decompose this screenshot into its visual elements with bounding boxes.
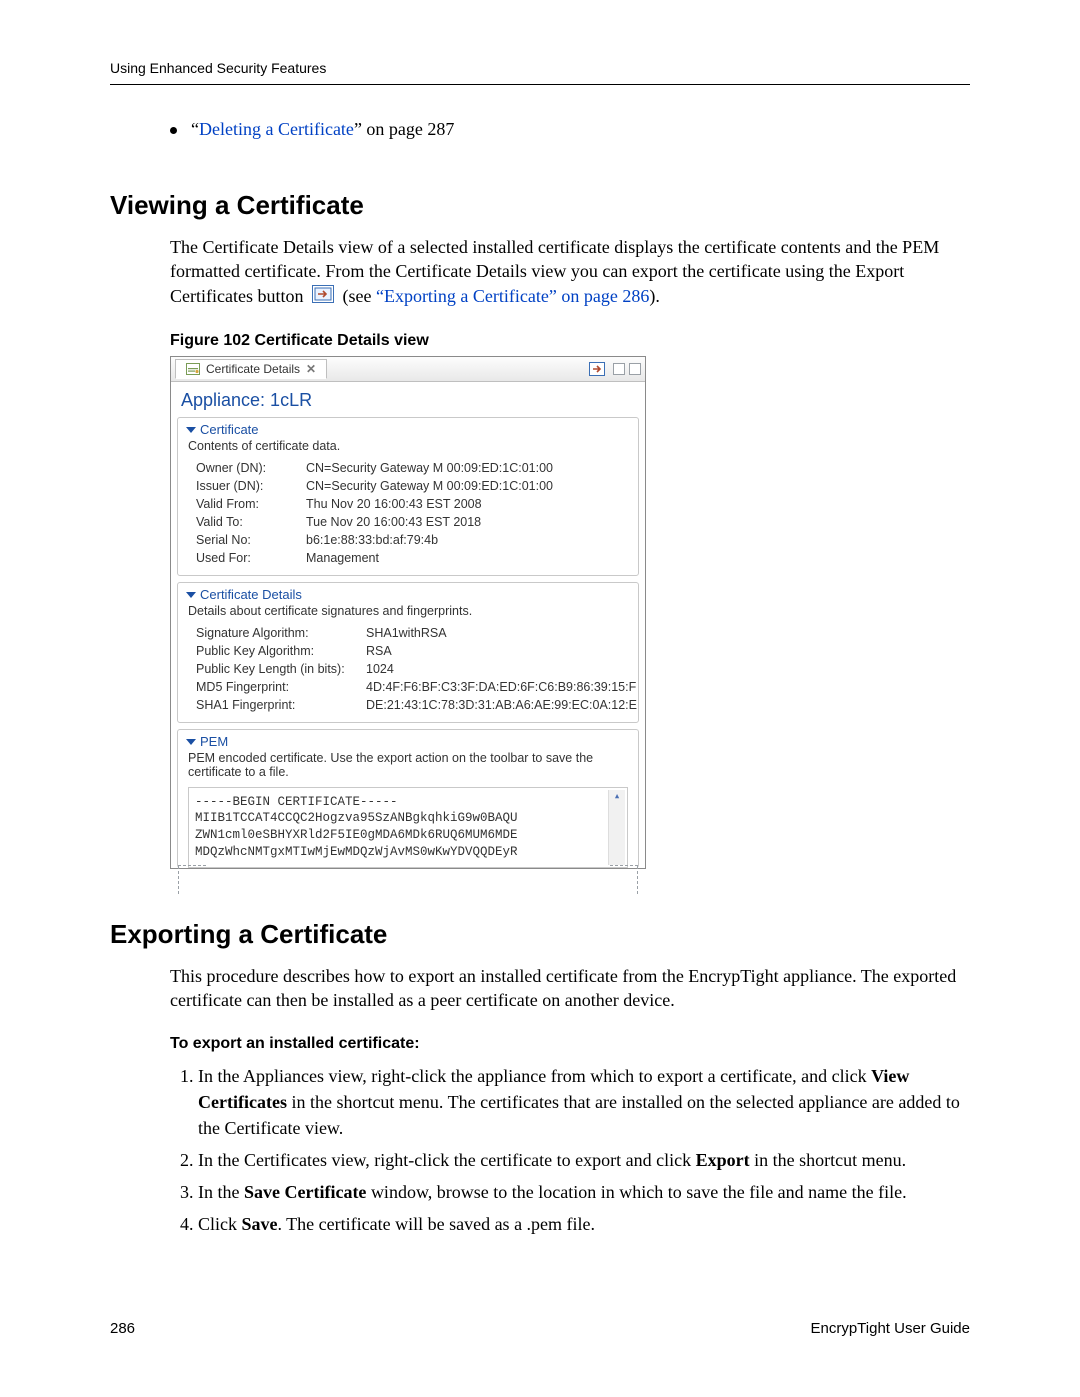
appliance-label: Appliance: 1cLR [171, 382, 645, 417]
view-tabbar: Certificate Details ✕ [171, 357, 645, 382]
kv-val: DE:21:43:1C:78:3D:31:AB:A6:AE:99:EC:0A:1… [366, 698, 637, 712]
viewing-cert-paragraph: The Certificate Details view of a select… [170, 235, 970, 310]
kv-key: Public Key Algorithm: [196, 644, 366, 658]
step-text: in the shortcut menu. [750, 1150, 906, 1170]
kv-val: b6:1e:88:33:bd:af:79:4b [306, 533, 630, 547]
export-toolbar-button[interactable] [589, 361, 605, 377]
heading-exporting-certificate: Exporting a Certificate [110, 919, 970, 950]
kv-val: CN=Security Gateway M 00:09:ED:1C:01:00 [306, 479, 630, 493]
panel-title-text: Certificate [200, 422, 259, 437]
scroll-up-icon[interactable]: ▴ [609, 790, 625, 806]
panel-title-certificate[interactable]: Certificate [186, 422, 630, 439]
para-text-after-open: (see [342, 286, 375, 306]
kv-val: 1024 [366, 662, 637, 676]
kv-key: Valid From: [196, 497, 306, 511]
chevron-down-icon [186, 592, 196, 598]
bullet-prefix: “ [191, 119, 199, 139]
heading-viewing-certificate: Viewing a Certificate [110, 190, 970, 221]
page-footer: 286 EncrypTight User Guide [110, 1320, 970, 1337]
pem-line: MDQzWhcNMTgxMTIwMjEwMDQzWjAvMS0wKwYDVQQD… [195, 845, 518, 859]
para-text-after-close: ). [649, 286, 660, 306]
certificate-icon [186, 363, 200, 375]
pem-line: MIIB1TCCAT4CCQC2Hogzva95SzANBgkqhkiG9w0B… [195, 811, 518, 825]
step-text: In the [198, 1182, 244, 1202]
kv-val: Thu Nov 20 16:00:43 EST 2008 [306, 497, 630, 511]
step-item: In the Appliances view, right-click the … [198, 1063, 970, 1141]
torn-edge-icon [178, 865, 206, 866]
kv-val: 4D:4F:F6:BF:C3:3F:DA:ED:6F:C6:B9:86:39:1… [366, 680, 637, 694]
kv-key: MD5 Fingerprint: [196, 680, 366, 694]
figure-caption: Figure 102 Certificate Details view [170, 332, 970, 350]
panel-desc: Contents of certificate data. [188, 439, 630, 453]
doc-title: EncrypTight User Guide [810, 1320, 970, 1337]
kv-key: Used For: [196, 551, 306, 565]
figure-certificate-details: Certificate Details ✕ Appliance: 1cLR Ce… [170, 356, 646, 870]
pem-line: ZWN1cml0eSBHYXRld2F5IE0gMDA6MDk6RUQ6MUM6… [195, 828, 518, 842]
kv-val: SHA1withRSA [366, 626, 637, 640]
panel-certificate-details: Certificate Details Details about certif… [177, 582, 639, 723]
step-item: Click Save. The certificate will be save… [198, 1211, 970, 1237]
exporting-cert-paragraph: This procedure describes how to export a… [170, 964, 970, 1013]
kv-val: RSA [366, 644, 637, 658]
step-bold: Save Certificate [244, 1182, 366, 1202]
export-cert-icon [312, 285, 334, 309]
close-icon[interactable]: ✕ [306, 362, 316, 376]
chevron-down-icon [186, 739, 196, 745]
step-text: in the shortcut menu. The certificates t… [198, 1092, 960, 1138]
kv-key: SHA1 Fingerprint: [196, 698, 366, 712]
kv-val: Tue Nov 20 16:00:43 EST 2018 [306, 515, 630, 529]
view-window-controls[interactable] [613, 363, 641, 375]
kv-val: CN=Security Gateway M 00:09:ED:1C:01:00 [306, 461, 630, 475]
bullet-dot-icon [170, 127, 177, 134]
torn-edge-icon [610, 865, 638, 866]
pem-line: -----BEGIN CERTIFICATE----- [195, 795, 398, 809]
link-deleting-cert[interactable]: Deleting a Certificate [199, 119, 354, 139]
bullet-list: “Deleting a Certificate” on page 287 [170, 119, 970, 140]
tab-label: Certificate Details [206, 362, 300, 376]
panel-title-pem[interactable]: PEM [186, 734, 630, 751]
minimize-icon[interactable] [613, 363, 625, 375]
panel-certificate: Certificate Contents of certificate data… [177, 417, 639, 576]
running-head: Using Enhanced Security Features [110, 60, 970, 85]
bullet-suffix: ” on page 287 [354, 119, 454, 139]
kv-key: Valid To: [196, 515, 306, 529]
step-item: In the Save Certificate window, browse t… [198, 1179, 970, 1205]
kv-key: Issuer (DN): [196, 479, 306, 493]
maximize-icon[interactable] [629, 363, 641, 375]
step-text: In the Appliances view, right-click the … [198, 1066, 871, 1086]
step-text: . The certificate will be saved as a .pe… [278, 1214, 596, 1234]
kv-key: Signature Algorithm: [196, 626, 366, 640]
link-exporting-cert[interactable]: “Exporting a Certificate” on page 286 [376, 286, 649, 306]
panel-pem: PEM PEM encoded certificate. Use the exp… [177, 729, 639, 869]
step-bold: Export [696, 1150, 750, 1170]
kv-key: Serial No: [196, 533, 306, 547]
bullet-item: “Deleting a Certificate” on page 287 [170, 119, 970, 140]
step-bold: Save [242, 1214, 278, 1234]
procedure-subheading: To export an installed certificate: [170, 1035, 970, 1053]
panel-title-certificate-details[interactable]: Certificate Details [186, 587, 630, 604]
step-item: In the Certificates view, right-click th… [198, 1147, 970, 1173]
kv-key: Public Key Length (in bits): [196, 662, 366, 676]
tab-certificate-details[interactable]: Certificate Details ✕ [175, 359, 327, 379]
scrollbar[interactable]: ▴ [608, 790, 625, 866]
panel-title-text: Certificate Details [200, 587, 302, 602]
pem-textbox[interactable]: -----BEGIN CERTIFICATE----- MIIB1TCCAT4C… [188, 787, 628, 869]
details-kv: Signature Algorithm:SHA1withRSA Public K… [196, 626, 630, 712]
chevron-down-icon [186, 427, 196, 433]
panel-title-text: PEM [200, 734, 228, 749]
panel-desc: Details about certificate signatures and… [188, 604, 630, 618]
step-text: window, browse to the location in which … [366, 1182, 906, 1202]
procedure-steps: In the Appliances view, right-click the … [172, 1063, 970, 1238]
kv-val: Management [306, 551, 630, 565]
panel-desc: PEM encoded certificate. Use the export … [188, 751, 630, 779]
step-text: In the Certificates view, right-click th… [198, 1150, 696, 1170]
cert-kv: Owner (DN):CN=Security Gateway M 00:09:E… [196, 461, 630, 565]
step-text: Click [198, 1214, 242, 1234]
page-number: 286 [110, 1320, 135, 1337]
kv-key: Owner (DN): [196, 461, 306, 475]
